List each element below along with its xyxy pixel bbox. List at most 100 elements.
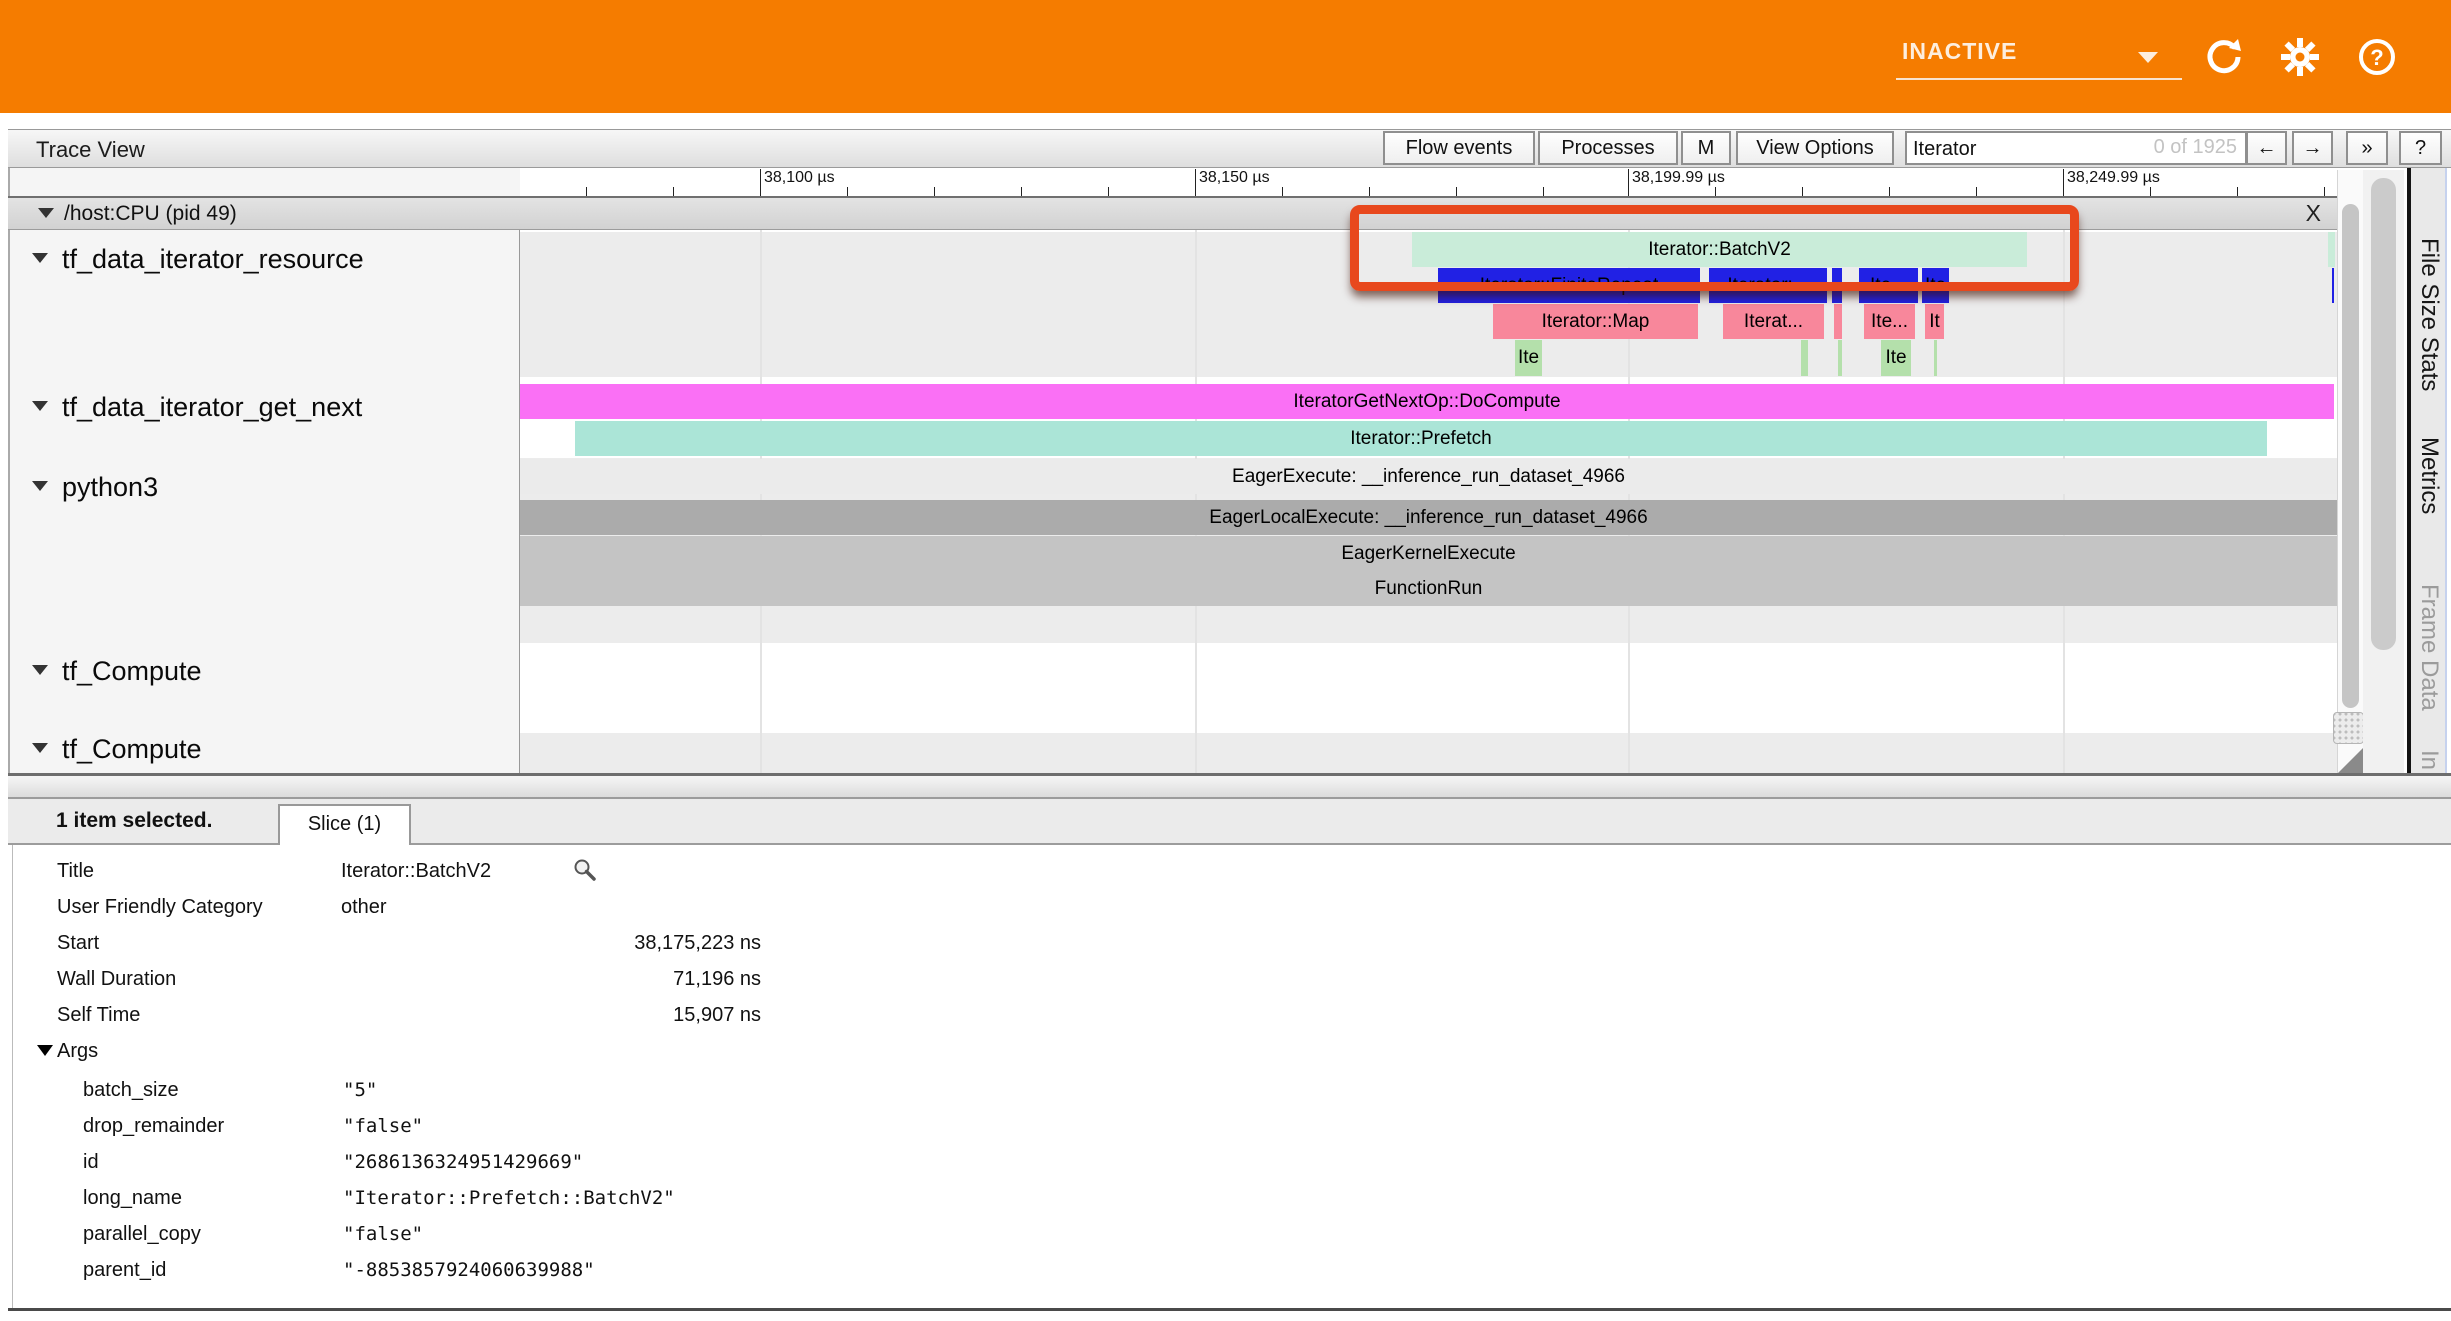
axis-major-tick <box>760 183 761 196</box>
search-box: 0 of 1925 <box>1905 131 2247 165</box>
trace-toolbar: Trace View Flow eventsProcessesMView Opt… <box>8 129 2451 168</box>
close-process-button[interactable]: X <box>2306 200 2321 227</box>
selection-status: 1 item selected. <box>56 809 212 833</box>
detail-row: User Friendly Categoryother <box>13 891 2451 927</box>
toolbar-button-flow-events[interactable]: Flow events <box>1383 131 1535 165</box>
arg-value: "Iterator::Prefetch::BatchV2" <box>343 1187 675 1209</box>
sidebar-tabs: File Size Stats Metrics Frame Data In <box>2411 168 2447 773</box>
refresh-icon[interactable] <box>2205 38 2243 76</box>
search-nav-button-1[interactable]: → <box>2292 131 2333 165</box>
track-label-text: python3 <box>62 472 158 503</box>
axis-minor-tick <box>934 187 935 196</box>
tab-file-size-stats[interactable]: File Size Stats <box>2415 238 2443 391</box>
trace-event-bar[interactable]: Ite <box>1922 268 1949 303</box>
outer-scrollbar-thumb[interactable] <box>2371 178 2396 650</box>
collapse-arrow-icon[interactable] <box>32 481 48 491</box>
detail-value: 38,175,223 ns <box>343 932 761 955</box>
trace-event-bar[interactable]: IteratorGetNextOp::DoCompute <box>520 384 2334 419</box>
tab-slice[interactable]: Slice (1) <box>278 804 411 845</box>
trace-event-bar[interactable] <box>1834 304 1842 339</box>
trace-event-bar[interactable] <box>2332 268 2334 303</box>
detail-label: User Friendly Category <box>57 896 263 919</box>
collapse-arrow-icon[interactable] <box>37 1045 53 1056</box>
page-title: Trace View <box>36 137 145 163</box>
arg-label: parent_id <box>83 1259 166 1282</box>
collapse-arrow-icon[interactable] <box>32 253 48 263</box>
search-nav-button-2[interactable]: » <box>2346 131 2388 165</box>
search-result-count: 0 of 1925 <box>2154 136 2237 159</box>
track-label-text: tf_Compute <box>62 734 202 765</box>
trace-event-bar[interactable]: Iterator::Map <box>1493 304 1698 339</box>
sidebar-item-tf_data_iterator_resource[interactable]: tf_data_iterator_resource <box>10 244 518 276</box>
scrollbar-grip-handle[interactable] <box>2333 712 2364 744</box>
trace-event-bar[interactable]: Iterat... <box>1723 304 1824 339</box>
arg-label: parallel_copy <box>83 1223 201 1246</box>
search-nav-button-3[interactable]: ? <box>2399 131 2442 165</box>
trace-event-bar[interactable]: FunctionRun <box>520 571 2337 606</box>
sidebar-item-python3[interactable]: python3 <box>10 472 518 504</box>
track-label-text: tf_Compute <box>62 656 202 687</box>
magnifier-icon[interactable] <box>573 858 597 882</box>
trace-event-bar[interactable]: Iterator:... <box>1709 268 1827 303</box>
trace-event-bar[interactable]: Ite... <box>1864 304 1915 339</box>
gear-icon[interactable] <box>2281 38 2319 76</box>
resize-corner-icon[interactable] <box>2338 747 2364 773</box>
toolbar-button-view-options[interactable]: View Options <box>1736 131 1894 165</box>
axis-minor-tick <box>1889 187 1890 196</box>
sidebar-item-tf_Compute[interactable]: tf_Compute <box>10 656 518 688</box>
trace-event-bar[interactable]: Ite <box>1515 340 1542 376</box>
sidebar-item-tf_Compute[interactable]: tf_Compute <box>10 734 518 766</box>
process-label: /host:CPU (pid 49) <box>64 202 237 226</box>
trace-event-bar[interactable]: EagerLocalExecute: __inference_run_datas… <box>520 500 2337 535</box>
details-panel: 1 item selected. Slice (1) TitleIterator… <box>8 799 2451 1308</box>
collapse-arrow-icon[interactable] <box>38 208 54 218</box>
run-mode-select[interactable]: INACTIVE <box>1896 30 2182 80</box>
axis-minor-tick <box>1282 187 1283 196</box>
search-nav-button-0[interactable]: ← <box>2246 131 2287 165</box>
trace-event-bar[interactable]: Ite <box>1881 340 1911 376</box>
process-row[interactable]: /host:CPU (pid 49) X <box>8 196 2337 230</box>
trace-event-bar[interactable] <box>2328 232 2335 267</box>
panel-splitter[interactable] <box>8 773 2451 799</box>
axis-minor-tick <box>1802 187 1803 196</box>
collapse-arrow-icon[interactable] <box>32 665 48 675</box>
axis-left-filler <box>10 168 520 196</box>
arg-label: long_name <box>83 1187 182 1210</box>
search-input[interactable] <box>1911 134 2145 164</box>
trace-event-bar[interactable] <box>1801 340 1808 376</box>
sidebar-item-tf_data_iterator_get_next[interactable]: tf_data_iterator_get_next <box>10 392 518 424</box>
tab-frame-data[interactable]: Frame Data <box>2415 584 2443 711</box>
trace-event-bar[interactable]: Iterator::FiniteRepeat <box>1438 268 1700 303</box>
detail-label: Title <box>57 860 94 883</box>
tab-metrics[interactable]: Metrics <box>2415 437 2443 514</box>
trace-event-bar[interactable]: Ite... <box>1859 268 1918 303</box>
args-header-row[interactable]: Args <box>13 1035 2451 1071</box>
collapse-arrow-icon[interactable] <box>32 743 48 753</box>
detail-row: Self Time15,907 ns <box>13 999 2451 1035</box>
window-bottom-border <box>8 1308 2451 1311</box>
detail-label: Wall Duration <box>57 968 176 991</box>
toolbar-button-m[interactable]: M <box>1681 131 1731 165</box>
axis-major-tick <box>1195 183 1196 196</box>
arg-row: long_name "Iterator::Prefetch::BatchV2" <box>13 1182 2451 1218</box>
timeline-canvas[interactable]: Iterator::BatchV2Iterator::FiniteRepeatI… <box>520 230 2337 775</box>
run-mode-value: INACTIVE <box>1902 38 2017 65</box>
trace-event-bar[interactable]: It <box>1925 304 1944 339</box>
help-icon[interactable]: ? <box>2358 38 2396 76</box>
select-underline <box>1896 78 2182 80</box>
trace-event-bar[interactable] <box>1838 340 1842 376</box>
trace-event-bar[interactable] <box>1832 268 1842 303</box>
tab-in[interactable]: In <box>2415 750 2443 770</box>
toolbar-button-processes[interactable]: Processes <box>1538 131 1678 165</box>
trace-event-bar[interactable] <box>1934 340 1937 376</box>
chevron-down-icon <box>2138 52 2158 63</box>
trace-event-bar[interactable]: Iterator::Prefetch <box>575 421 2267 456</box>
detail-label: Start <box>57 932 99 955</box>
collapse-arrow-icon[interactable] <box>32 401 48 411</box>
arg-row: parallel_copy"false" <box>13 1218 2451 1254</box>
trace-event-bar[interactable]: Iterator::BatchV2 <box>1412 232 2027 267</box>
trace-event-bar[interactable]: EagerKernelExecute <box>520 536 2337 571</box>
canvas-scrollbar-thumb[interactable] <box>2342 204 2359 708</box>
axis-minor-tick <box>1456 187 1457 196</box>
trace-event-bar[interactable]: EagerExecute: __inference_run_dataset_49… <box>520 459 2337 494</box>
